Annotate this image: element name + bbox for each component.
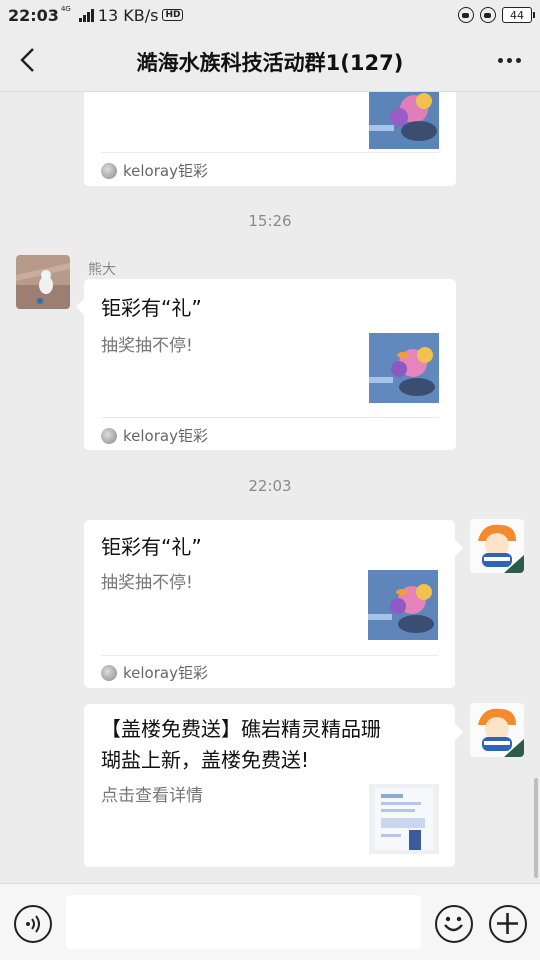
card-thumbnail xyxy=(368,570,438,640)
bubble-tail xyxy=(455,540,463,556)
more-functions-button[interactable] xyxy=(489,905,527,943)
card-description: 抽奖抽不停! xyxy=(101,336,193,356)
source-logo-icon xyxy=(101,664,117,681)
dot xyxy=(497,57,503,63)
hd-icon: HD xyxy=(162,9,184,21)
input-bar xyxy=(0,883,540,960)
card-source: keloray钜彩 xyxy=(101,425,208,446)
network-speed: 13 KB/s xyxy=(97,5,159,25)
message-timestamp: 22:03 xyxy=(248,477,292,495)
card-title: 钜彩有“礼” xyxy=(101,296,202,320)
card-divider xyxy=(101,655,438,656)
link-card-message[interactable]: 钜彩有“礼” 抽奖抽不停! keloray钜彩 xyxy=(76,279,456,450)
status-time: 22:03 xyxy=(8,5,59,25)
signal-icon xyxy=(78,8,94,22)
card-thumbnail xyxy=(369,333,439,403)
message-timestamp: 15:26 xyxy=(248,212,292,230)
emoji-icon xyxy=(444,916,463,932)
lock-icon xyxy=(480,7,496,23)
card-description: 点击查看详情 xyxy=(101,786,203,806)
my-avatar[interactable] xyxy=(470,519,524,573)
source-name: keloray钜彩 xyxy=(123,664,208,682)
sender-avatar[interactable] xyxy=(16,255,70,309)
dot xyxy=(506,57,512,63)
plus-icon xyxy=(497,913,518,934)
dot xyxy=(515,57,521,63)
bubble-tail xyxy=(76,299,84,315)
card-thumbnail xyxy=(369,784,439,854)
sync-icon xyxy=(458,7,474,23)
more-options-button[interactable] xyxy=(492,44,526,76)
emoji-button[interactable] xyxy=(435,905,473,943)
link-card-message[interactable]: 【盖楼免费送】礁岩精灵精品珊 瑚盐上新，盖楼免费送! 点击查看详情 xyxy=(84,704,463,867)
battery-level: 44 xyxy=(510,8,524,22)
link-card-message[interactable]: 钜彩有“礼” 抽奖抽不停! keloray钜彩 xyxy=(84,520,463,688)
card-divider xyxy=(101,417,439,418)
scrollbar[interactable] xyxy=(534,778,538,878)
voice-icon xyxy=(26,915,40,933)
message-input[interactable] xyxy=(66,895,421,949)
source-name: keloray钜彩 xyxy=(123,427,208,445)
card-title-line-2: 瑚盐上新，盖楼免费送! xyxy=(101,748,310,772)
link-card-message[interactable]: keloray钜彩 xyxy=(84,92,456,186)
my-avatar[interactable] xyxy=(470,703,524,757)
source-name: keloray钜彩 xyxy=(123,162,208,180)
card-source: keloray钜彩 xyxy=(101,160,208,181)
message-list[interactable]: keloray钜彩 15:26 熊大 钜彩有“礼” 抽奖抽不停! keloray… xyxy=(0,92,540,883)
card-title: 钜彩有“礼” xyxy=(101,535,202,559)
voice-input-button[interactable] xyxy=(14,905,52,943)
network-type: 4G xyxy=(60,5,71,13)
source-logo-icon xyxy=(101,162,117,179)
card-thumbnail xyxy=(369,92,439,149)
chat-header: 澔海水族科技活动群1(127) xyxy=(0,30,540,92)
bubble-tail xyxy=(455,724,463,740)
battery-icon: 44 xyxy=(502,7,535,23)
card-divider xyxy=(101,152,439,153)
card-title-line-1: 【盖楼免费送】礁岩精灵精品珊 xyxy=(101,717,381,741)
status-bar: 22:03 4G 13 KB/s HD 44 xyxy=(0,0,540,30)
card-description: 抽奖抽不停! xyxy=(101,573,193,593)
source-logo-icon xyxy=(101,427,117,444)
card-source: keloray钜彩 xyxy=(101,662,208,683)
sender-name: 熊大 xyxy=(88,262,116,278)
chat-title: 澔海水族科技活动群1(127) xyxy=(136,51,404,75)
